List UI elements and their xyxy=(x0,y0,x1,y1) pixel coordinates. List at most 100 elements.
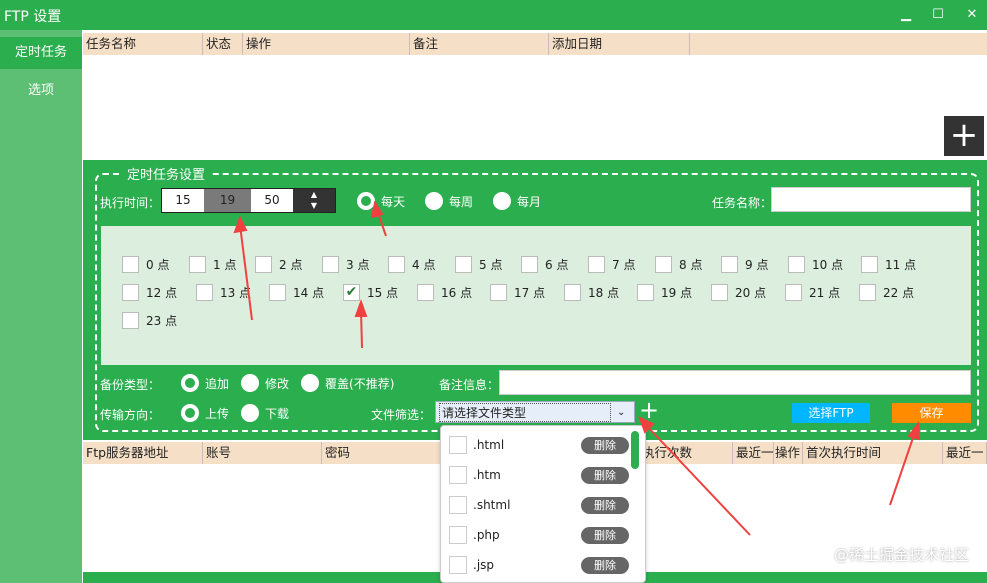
col-account[interactable]: 账号 xyxy=(203,442,322,464)
hour-checkbox[interactable]: 8 点 xyxy=(655,256,702,273)
hour-checkbox[interactable]: 0 点 xyxy=(122,256,169,273)
time-spinner[interactable]: ▲ ▼ xyxy=(293,189,335,212)
hour-checkbox[interactable]: 12 点 xyxy=(122,284,177,301)
hour-checkbox[interactable]: ✔ 15 点 xyxy=(343,284,398,301)
add-task-button[interactable]: + xyxy=(944,116,984,156)
radio-dot xyxy=(357,192,375,210)
delete-button[interactable]: 删除 xyxy=(581,526,629,544)
delete-button[interactable]: 删除 xyxy=(581,466,629,484)
hour-checkbox[interactable]: 18 点 xyxy=(564,284,619,301)
sidebar-item-options[interactable]: 选项 xyxy=(0,75,82,107)
hour-label: 17 点 xyxy=(514,286,546,300)
hour-checkbox[interactable]: 10 点 xyxy=(788,256,843,273)
time-picker[interactable]: 15 19 50 ▲ ▼ xyxy=(161,188,336,213)
second-field[interactable]: 50 xyxy=(251,189,293,212)
file-filter-label: 文件筛选： xyxy=(371,408,432,422)
hour-label: 23 点 xyxy=(146,314,178,328)
file-type-item[interactable]: .html 删除 xyxy=(449,433,629,457)
add-filter-button[interactable]: + xyxy=(639,396,659,424)
checkbox[interactable] xyxy=(449,556,467,574)
sidebar-item-scheduled-tasks[interactable]: 定时任务 xyxy=(0,37,82,69)
direction-label: 传输方向： xyxy=(100,408,161,422)
radio-weekly[interactable]: 每周 xyxy=(425,192,473,210)
radio-download[interactable]: 下载 xyxy=(241,404,289,422)
select-ftp-button[interactable]: 选择FTP xyxy=(792,403,870,423)
col-exec-count[interactable]: 执行次数 xyxy=(642,442,733,464)
hour-checkbox[interactable]: 11 点 xyxy=(861,256,916,273)
col-remark[interactable]: 备注 xyxy=(410,33,549,55)
delete-button[interactable]: 删除 xyxy=(581,556,629,574)
hour-label: 15 点 xyxy=(367,286,399,300)
remark-label: 备注信息： xyxy=(439,378,500,392)
task-settings-panel: 定时任务设置 执行时间： 15 19 50 ▲ ▼ 每天 每周 每月 任务名称： … xyxy=(83,160,987,440)
checkbox[interactable] xyxy=(449,496,467,514)
col-first-exec-time[interactable]: 首次执行时间 xyxy=(803,442,943,464)
hour-checkbox[interactable]: 4 点 xyxy=(388,256,435,273)
radio-label: 每天 xyxy=(381,194,406,209)
checkbox[interactable] xyxy=(449,526,467,544)
col-add-date[interactable]: 添加日期 xyxy=(549,33,690,55)
scrollbar-thumb[interactable] xyxy=(631,431,639,469)
col-status[interactable]: 状态 xyxy=(203,33,243,55)
hour-checkbox[interactable]: 13 点 xyxy=(196,284,251,301)
delete-button[interactable]: 删除 xyxy=(581,496,629,514)
radio-daily[interactable]: 每天 xyxy=(357,192,405,210)
checkbox xyxy=(189,256,206,273)
maximize-button[interactable]: ☐ xyxy=(928,5,948,25)
task-name-input[interactable] xyxy=(771,187,971,212)
hour-checkbox[interactable]: 6 点 xyxy=(521,256,568,273)
radio-monthly[interactable]: 每月 xyxy=(493,192,541,210)
checkbox[interactable] xyxy=(449,466,467,484)
radio-dot xyxy=(301,374,320,392)
col-task-name[interactable]: 任务名称 xyxy=(83,33,203,55)
radio-label: 覆盖(不推荐) xyxy=(325,376,395,391)
hour-checkbox[interactable]: 14 点 xyxy=(269,284,324,301)
hour-label: 7 点 xyxy=(612,258,636,272)
window-title: FTP 设置 xyxy=(4,9,62,25)
hour-label: 1 点 xyxy=(213,258,237,272)
hour-checkbox[interactable]: 22 点 xyxy=(859,284,914,301)
hour-checkbox[interactable]: 20 点 xyxy=(711,284,766,301)
minimize-button[interactable]: ▁ xyxy=(896,5,916,25)
file-type-select[interactable]: 请选择文件类型 ⌄ xyxy=(435,401,635,423)
hour-checkbox[interactable]: 9 点 xyxy=(721,256,768,273)
hour-label: 11 点 xyxy=(885,258,917,272)
hour-checkbox[interactable]: 23 点 xyxy=(122,312,177,329)
col-last-2[interactable]: 最近一 xyxy=(943,442,987,464)
hour-field[interactable]: 15 xyxy=(162,189,204,212)
hour-checkbox[interactable]: 1 点 xyxy=(189,256,236,273)
hour-checkbox[interactable]: 19 点 xyxy=(637,284,692,301)
file-type-select-value: 请选择文件类型 xyxy=(439,402,611,422)
hour-checkbox[interactable]: 16 点 xyxy=(417,284,472,301)
hour-checkbox[interactable]: 5 点 xyxy=(455,256,502,273)
radio-dot xyxy=(181,374,199,392)
file-type-item[interactable]: .htm 删除 xyxy=(449,463,629,487)
close-button[interactable]: ✕ xyxy=(962,5,982,25)
radio-upload[interactable]: 上传 xyxy=(181,404,229,422)
file-type-item[interactable]: .shtml 删除 xyxy=(449,493,629,517)
backup-type-label: 备份类型： xyxy=(100,378,161,392)
radio-modify[interactable]: 修改 xyxy=(241,374,289,392)
hour-checkbox[interactable]: 7 点 xyxy=(588,256,635,273)
col-ftp-address[interactable]: Ftp服务器地址 xyxy=(83,442,203,464)
backup-type-group: 追加 修改 覆盖(不推荐) xyxy=(181,374,394,392)
checkbox xyxy=(711,284,728,301)
minute-field[interactable]: 19 xyxy=(204,189,251,212)
hour-checkbox[interactable]: 2 点 xyxy=(255,256,302,273)
save-button[interactable]: 保存 xyxy=(892,403,971,423)
radio-label: 修改 xyxy=(265,376,290,391)
col-action[interactable]: 操作 xyxy=(774,442,803,464)
hour-checkbox[interactable]: 21 点 xyxy=(785,284,840,301)
hour-checkbox[interactable]: 17 点 xyxy=(490,284,545,301)
hour-checkbox[interactable]: 3 点 xyxy=(322,256,369,273)
radio-overwrite[interactable]: 覆盖(不推荐) xyxy=(301,374,394,392)
col-action[interactable]: 操作 xyxy=(243,33,410,55)
col-last[interactable]: 最近一 xyxy=(733,442,774,464)
radio-append[interactable]: 追加 xyxy=(181,374,229,392)
checkbox[interactable] xyxy=(449,436,467,454)
delete-button[interactable]: 删除 xyxy=(581,436,629,454)
remark-input[interactable] xyxy=(499,370,971,395)
file-type-item[interactable]: .php 删除 xyxy=(449,523,629,547)
file-type-item[interactable]: .jsp 删除 xyxy=(449,553,629,577)
checkbox xyxy=(122,256,139,273)
